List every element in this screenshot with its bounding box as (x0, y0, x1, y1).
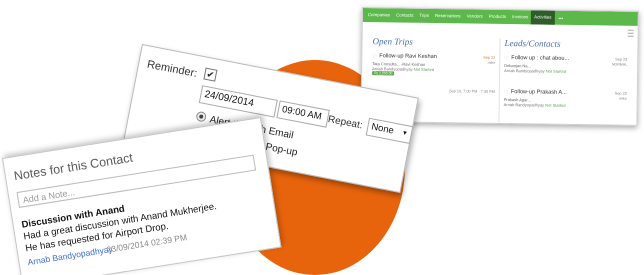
activity-owner-line: Arnab Bandyopadhyay Not Started (504, 102, 566, 108)
activity-date: Sep 22 (483, 55, 496, 60)
leads-contacts-column: Leads/Contacts ♡ Follow up : chat abou..… (498, 37, 632, 125)
reminder-time-input[interactable]: 09:00 AM (276, 100, 330, 128)
heart-icon: ♡ (503, 89, 509, 97)
activity-date: Sep 19, 7:00 PM - 7:30 PM (448, 89, 495, 94)
activity-owner: Arnab Bandyopadhyay (504, 67, 545, 74)
list-view-icon[interactable] (627, 29, 634, 37)
activity-mode: mike (487, 60, 496, 65)
reminder-label: Reminder: (146, 58, 199, 80)
list-item[interactable]: ♡ Follow up : chat abou... Sep 23 NORMAL… (504, 55, 627, 81)
heart-icon: ♡ (504, 55, 509, 63)
activity-status: Not Started (545, 102, 566, 108)
reminder-checkbox[interactable]: ✔ (203, 67, 218, 82)
chevron-down-icon: ▼ (401, 130, 409, 138)
repeat-value: None (370, 121, 395, 137)
nav-companies[interactable]: Companies (365, 8, 393, 22)
nav-vendors[interactable]: Vendors (464, 9, 486, 23)
nav-contacts[interactable]: Contacts (393, 8, 417, 22)
activity-title[interactable]: Follow-up Prakash A... (511, 89, 567, 96)
activity-title[interactable]: Follow up : chat abou... (511, 55, 569, 62)
activity-date: Sep 23 (614, 91, 627, 96)
promo-collage: Companies Contacts Trips Reservations Ve… (0, 0, 644, 275)
radio-selected-icon[interactable] (195, 110, 208, 123)
amount-badge: Rs 2,000.00 (372, 71, 395, 76)
activity-status: Not Started (413, 66, 435, 73)
repeat-select[interactable]: None ▼ (365, 117, 414, 144)
leads-contacts-title: Leads/Contacts (504, 37, 561, 49)
activity-mode: NORMAL (611, 62, 628, 67)
activity-title[interactable]: Follow-up Ravi Keshan (379, 53, 437, 60)
list-item[interactable]: ♡ Follow-up Ravi Keshan Sep 22 mike Tata… (372, 53, 495, 79)
nav-trips[interactable]: Trips (416, 9, 432, 23)
nav-more-menu[interactable]: ••• (554, 15, 567, 20)
activity-status: Not Started (545, 68, 566, 74)
activity-date: Sep 23 (615, 57, 628, 62)
nav-reservations[interactable]: Reservations (432, 9, 464, 23)
activity-owner-line: Arnab Bandyopadhyay Not Started (504, 68, 566, 74)
open-trips-title: Open Trips (372, 36, 413, 47)
list-item[interactable]: ♡ Follow-up Prakash A... Sep 23 mike Pra… (504, 89, 627, 115)
notes-panel: Notes for this Contact Add a Note... Dis… (2, 117, 282, 275)
nav-activities[interactable]: Activities (531, 10, 555, 25)
activity-owner: Arnab Bandyopadhyay (503, 101, 545, 108)
heart-icon: ♡ (372, 54, 377, 61)
activity-mode: mike (619, 96, 627, 101)
repeat-label: Repeat: (326, 113, 364, 132)
nav-invoices[interactable]: Invoices (509, 10, 531, 24)
nav-products[interactable]: Products (486, 10, 510, 24)
